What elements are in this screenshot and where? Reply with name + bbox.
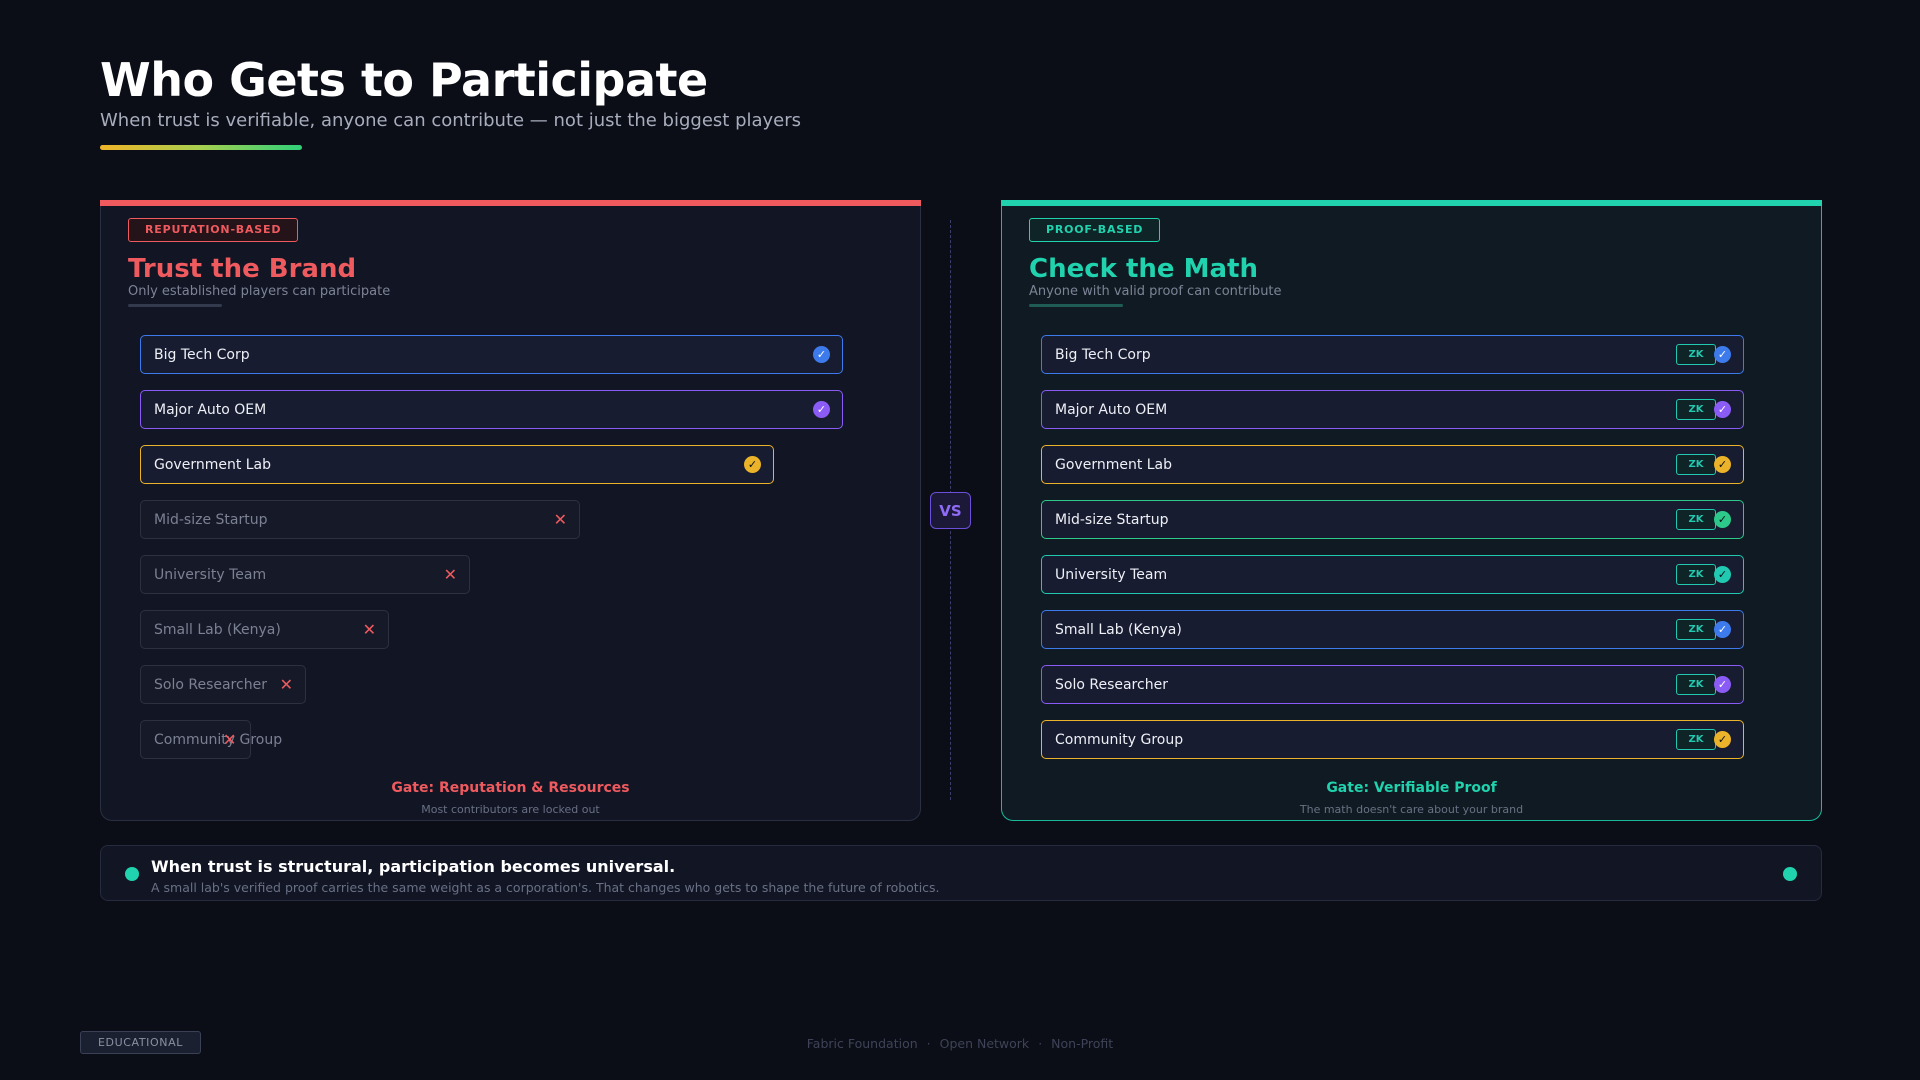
- list-item: Solo Researcher ✕: [140, 665, 306, 704]
- check-icon: ✓: [1714, 456, 1731, 473]
- banner-text: A small lab's verified proof carries the…: [151, 880, 940, 895]
- check-icon: ✓: [1714, 676, 1731, 693]
- check-icon: ✓: [744, 456, 761, 473]
- proof-panel: PROOF-BASED Check the Math Anyone with v…: [1001, 200, 1822, 821]
- dot-icon: [1783, 867, 1797, 881]
- reputation-badge: REPUTATION-BASED: [128, 218, 299, 242]
- zk-proof-badge: ZK: [1676, 344, 1716, 365]
- check-icon: ✓: [813, 346, 830, 363]
- entity-name: Mid-size Startup: [1055, 511, 1169, 528]
- zk-proof-badge: ZK: [1676, 399, 1716, 420]
- zk-proof-badge: ZK: [1676, 454, 1716, 475]
- zk-proof-badge: ZK: [1676, 564, 1716, 585]
- banner-title: When trust is structural, participation …: [151, 857, 676, 876]
- gate-note: Most contributors are locked out: [421, 803, 600, 816]
- footer-separator: ·: [926, 1036, 931, 1051]
- list-item: Community Group ✕: [140, 720, 282, 759]
- list-item: Solo Researcher ZK ✓: [1041, 665, 1744, 704]
- cross-icon: ✕: [279, 675, 293, 694]
- title-accent-bar: [100, 145, 302, 150]
- page-subtitle: When trust is verifiable, anyone can con…: [100, 110, 802, 131]
- check-icon: ✓: [1714, 566, 1731, 583]
- panel-description: Only established players can participate: [128, 284, 391, 299]
- entity-name: Community Group: [154, 731, 283, 748]
- list-item: Mid-size Startup ✕: [140, 500, 580, 539]
- description-underline: [1029, 304, 1123, 307]
- cross-icon: ✕: [362, 620, 376, 639]
- zk-proof-badge: ZK: [1676, 619, 1716, 640]
- entity-name: Big Tech Corp: [1055, 346, 1151, 363]
- check-icon: ✓: [1714, 401, 1731, 418]
- summary-banner: When trust is structural, participation …: [100, 845, 1822, 901]
- vs-badge: VS: [930, 492, 971, 529]
- panel-title: Trust the Brand: [128, 254, 357, 284]
- gate-label: Gate: Verifiable Proof: [1326, 780, 1497, 796]
- list-item: University Team ✕: [140, 555, 470, 594]
- panel-description: Anyone with valid proof can contribute: [1029, 284, 1282, 299]
- gate-label: Gate: Reputation & Resources: [391, 780, 630, 796]
- entity-name: Big Tech Corp: [154, 346, 250, 363]
- list-item: Community Group ZK ✓: [1041, 720, 1744, 759]
- list-item: Small Lab (Kenya) ✕: [140, 610, 389, 649]
- proof-badge: PROOF-BASED: [1029, 218, 1161, 242]
- panel-top-accent: [1001, 200, 1822, 206]
- list-item: Major Auto OEM ✓: [140, 390, 843, 429]
- description-underline: [128, 304, 222, 307]
- check-icon: ✓: [1714, 621, 1731, 638]
- list-item: Government Lab ✓: [140, 445, 774, 484]
- list-item: Big Tech Corp ✓: [140, 335, 843, 374]
- cross-icon: ✕: [443, 565, 457, 584]
- entity-name: Small Lab (Kenya): [1055, 621, 1182, 638]
- entity-name: University Team: [154, 566, 267, 583]
- entity-name: Small Lab (Kenya): [154, 621, 281, 638]
- dot-icon: [125, 867, 139, 881]
- footer-type: Non-Profit: [1051, 1036, 1114, 1051]
- gate-note: The math doesn't care about your brand: [1299, 803, 1524, 816]
- entity-name: Government Lab: [1055, 456, 1173, 473]
- zk-proof-badge: ZK: [1676, 674, 1716, 695]
- zk-proof-badge: ZK: [1676, 729, 1716, 750]
- header: Who Gets to Participate When trust is ve…: [100, 52, 801, 150]
- entity-name: Major Auto OEM: [154, 401, 267, 418]
- entity-name: Mid-size Startup: [154, 511, 268, 528]
- footer: Fabric Foundation · Open Network · Non-Profi…: [0, 1036, 1920, 1051]
- entity-name: University Team: [1055, 566, 1168, 583]
- reputation-panel: REPUTATION-BASED Trust the Brand Only es…: [100, 200, 921, 821]
- check-icon: ✓: [1714, 346, 1731, 363]
- panel-title: Check the Math: [1029, 254, 1258, 284]
- list-item: Government Lab ZK ✓: [1041, 445, 1744, 484]
- list-item: Mid-size Startup ZK ✓: [1041, 500, 1744, 539]
- entity-name: Solo Researcher: [154, 676, 267, 693]
- entity-name: Government Lab: [154, 456, 272, 473]
- footer-network: Open Network: [939, 1036, 1030, 1051]
- cross-icon: ✕: [553, 510, 567, 529]
- check-icon: ✓: [1714, 511, 1731, 528]
- entity-name: Solo Researcher: [1055, 676, 1168, 693]
- footer-org: Fabric Foundation: [806, 1036, 918, 1051]
- zk-proof-badge: ZK: [1676, 509, 1716, 530]
- cross-icon: ✕: [223, 730, 237, 749]
- page-title: Who Gets to Participate: [100, 53, 708, 107]
- panel-top-accent: [100, 200, 921, 206]
- check-icon: ✓: [813, 401, 830, 418]
- check-icon: ✓: [1714, 731, 1731, 748]
- list-item: Big Tech Corp ZK ✓: [1041, 335, 1744, 374]
- entity-name: Major Auto OEM: [1055, 401, 1168, 418]
- entity-name: Community Group: [1055, 731, 1184, 748]
- list-item: University Team ZK ✓: [1041, 555, 1744, 594]
- list-item: Small Lab (Kenya) ZK ✓: [1041, 610, 1744, 649]
- footer-separator: ·: [1038, 1036, 1043, 1051]
- list-item: Major Auto OEM ZK ✓: [1041, 390, 1744, 429]
